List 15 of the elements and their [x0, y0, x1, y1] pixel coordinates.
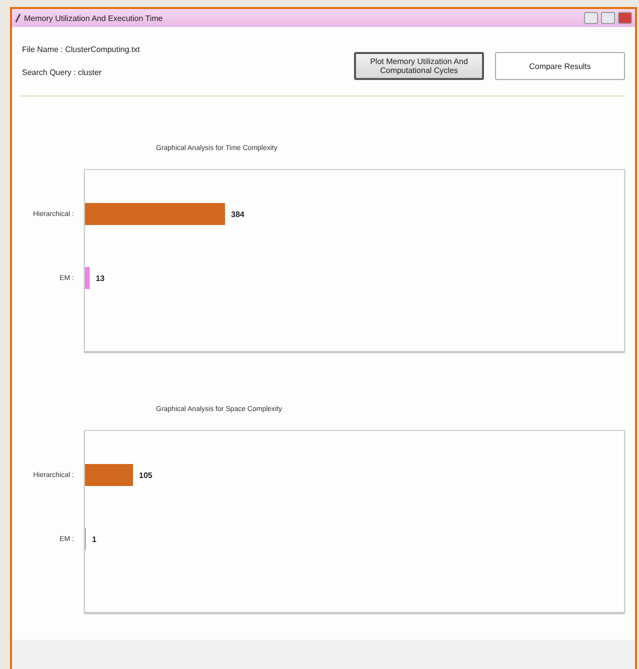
bar	[85, 464, 133, 486]
action-button[interactable]: Plot Memory Utilization And Computational Cycles	[354, 52, 484, 80]
info-label: File Name : ClusterComputing.txt	[22, 45, 140, 54]
app-icon	[15, 13, 21, 23]
bar	[85, 267, 90, 289]
action-button[interactable]: Compare Results	[495, 52, 625, 80]
bar-value: 13	[96, 274, 105, 282]
maximize-button[interactable]	[601, 12, 615, 24]
info-label: Search Query : cluster	[22, 68, 103, 77]
bar-value: 384	[231, 210, 244, 218]
bar-value: 105	[139, 470, 152, 480]
bar-value: 1	[92, 534, 96, 544]
minimize-button[interactable]	[584, 12, 598, 24]
window-title: Memory Utilization And Execution Time	[24, 14, 164, 22]
close-button[interactable]	[618, 12, 632, 24]
